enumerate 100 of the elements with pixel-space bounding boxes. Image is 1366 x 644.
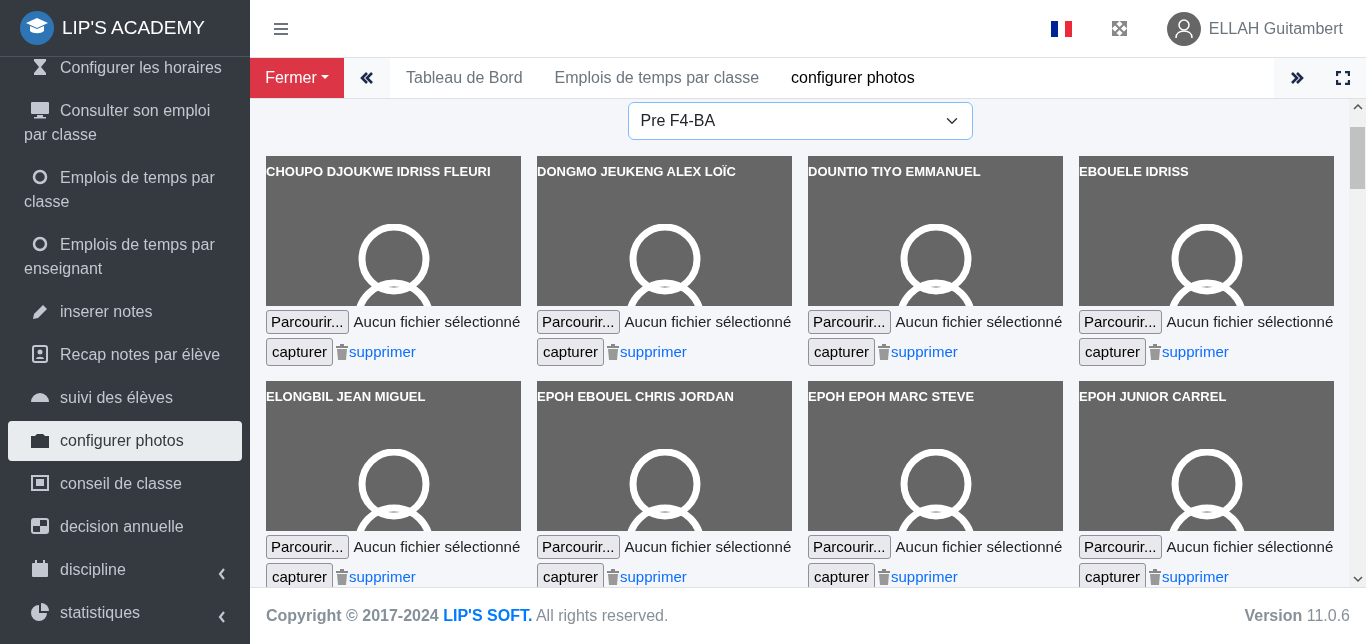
- logo-icon: [20, 11, 54, 45]
- capture-button[interactable]: capturer: [808, 338, 876, 366]
- circle-icon: [30, 168, 50, 186]
- file-status: Aucun fichier sélectionné: [1166, 311, 1334, 332]
- user-avatar[interactable]: [1166, 11, 1201, 46]
- avatar-icon: [896, 449, 976, 531]
- chevron-left-icon: [218, 610, 226, 623]
- fullscreen-button[interactable]: [1320, 58, 1366, 98]
- trash-icon: [877, 344, 892, 360]
- trash-icon: [606, 344, 621, 360]
- browse-button[interactable]: Parcourir...: [808, 535, 891, 559]
- sidebar-item[interactable]: Consulter son emploi par classe: [8, 91, 242, 155]
- avatar-icon: [354, 449, 434, 531]
- delete-link[interactable]: supprimer: [620, 565, 687, 587]
- double-chevron-right-icon: [1290, 72, 1304, 84]
- avatar-icon: [625, 224, 705, 306]
- scroll-down-icon[interactable]: [1352, 575, 1363, 583]
- trash-icon: [335, 344, 350, 360]
- delete-link[interactable]: supprimer: [349, 340, 416, 364]
- tab[interactable]: Tableau de Bord: [390, 58, 539, 98]
- monitor-icon: [30, 101, 50, 119]
- file-status: Aucun fichier sélectionné: [353, 536, 521, 557]
- capture-button[interactable]: capturer: [537, 563, 605, 587]
- capture-button[interactable]: capturer: [266, 338, 334, 366]
- tab[interactable]: Emplois de temps par classe: [538, 58, 776, 98]
- capture-button[interactable]: capturer: [537, 338, 605, 366]
- frame-icon: [30, 474, 50, 492]
- student-name: EPOH EBOUEL CHRIS JORDAN: [537, 388, 734, 406]
- flag-icon[interactable]: [1050, 20, 1072, 37]
- trash-icon: [606, 569, 621, 585]
- delete-link[interactable]: supprimer: [891, 340, 958, 364]
- camera-icon: [30, 431, 50, 449]
- browse-button[interactable]: Parcourir...: [537, 310, 620, 334]
- delete-link[interactable]: supprimer: [1162, 340, 1229, 364]
- capture-button[interactable]: capturer: [1079, 338, 1147, 366]
- sidebar-item[interactable]: inserer notes: [8, 292, 242, 332]
- sidebar-item[interactable]: discipline: [8, 550, 242, 590]
- student-name: EPOH EPOH MARC STEVE: [808, 388, 975, 406]
- double-chevron-left-icon: [360, 72, 374, 84]
- browse-button[interactable]: Parcourir...: [1079, 535, 1162, 559]
- file-status: Aucun fichier sélectionné: [353, 311, 521, 332]
- avatar-icon: [896, 224, 976, 306]
- contact-card-icon: [30, 345, 50, 363]
- trash-icon: [1148, 344, 1163, 360]
- tab[interactable]: configurer photos: [775, 58, 931, 98]
- avatar-icon: [1167, 449, 1247, 531]
- sidebar-item[interactable]: Emplois de temps par classe: [8, 158, 242, 222]
- expand-icon[interactable]: [1111, 21, 1127, 36]
- sidebar-item[interactable]: suivi des élèves: [8, 378, 242, 418]
- class-select[interactable]: Pre F4-BA: [627, 102, 973, 140]
- close-dropdown-button[interactable]: Fermer: [250, 58, 344, 98]
- student-name: DONGMO JEUKENG ALEX LOÏC: [537, 163, 736, 181]
- delete-link[interactable]: supprimer: [891, 565, 958, 587]
- scroll-left-button[interactable]: [344, 58, 390, 98]
- browse-button[interactable]: Parcourir...: [266, 310, 349, 334]
- sidebar-item[interactable]: decision annuelle: [8, 507, 242, 547]
- browse-button[interactable]: Parcourir...: [537, 535, 620, 559]
- sidebar-item[interactable]: statistiques: [8, 593, 242, 633]
- file-status: Aucun fichier sélectionné: [624, 311, 792, 332]
- scroll-up-icon[interactable]: [1352, 103, 1363, 111]
- trash-icon: [335, 569, 350, 585]
- version-text: Version 11.0.6: [1244, 606, 1350, 626]
- student-name: EBOUELE IDRISS: [1079, 163, 1189, 181]
- file-status: Aucun fichier sélectionné: [1166, 536, 1334, 557]
- chevron-left-icon: [218, 567, 226, 580]
- scrollbar[interactable]: [1349, 99, 1366, 587]
- student-name: CHOUPO DJOUKWE IDRISS FLEURI: [266, 163, 491, 181]
- scroll-right-button[interactable]: [1274, 58, 1320, 98]
- capture-button[interactable]: capturer: [808, 563, 876, 587]
- delete-link[interactable]: supprimer: [349, 565, 416, 587]
- capture-button[interactable]: capturer: [1079, 563, 1147, 587]
- company-link[interactable]: LIP'S SOFT.: [443, 607, 533, 624]
- fullscreen-icon: [1336, 71, 1350, 85]
- browse-button[interactable]: Parcourir...: [1079, 310, 1162, 334]
- sidebar-item[interactable]: conseil de classe: [8, 464, 242, 504]
- brand-name[interactable]: LIP'S ACADEMY: [62, 13, 205, 43]
- student-name: ELONGBIL JEAN MIGUEL: [266, 388, 426, 406]
- delete-link[interactable]: supprimer: [1162, 565, 1229, 587]
- avatar-icon: [1167, 224, 1247, 306]
- sidebar-item[interactable]: configurer photos: [8, 421, 242, 461]
- browse-button[interactable]: Parcourir...: [266, 535, 349, 559]
- file-status: Aucun fichier sélectionné: [624, 536, 792, 557]
- grid-square-icon: [30, 517, 50, 535]
- user-name[interactable]: ELLAH Guitambert: [1208, 16, 1343, 41]
- delete-link[interactable]: supprimer: [620, 340, 687, 364]
- scroll-thumb[interactable]: [1350, 127, 1365, 189]
- student-name: DOUNTIO TIYO EMMANUEL: [808, 163, 981, 181]
- capture-button[interactable]: capturer: [266, 563, 334, 587]
- menu-icon[interactable]: [273, 21, 289, 36]
- browse-button[interactable]: Parcourir...: [808, 310, 891, 334]
- student-name: EPOH JUNIOR CARREL: [1079, 388, 1227, 406]
- sidebar-item[interactable]: Recap notes par élève: [8, 335, 242, 375]
- avatar-icon: [354, 224, 434, 306]
- copyright-notice: Copyright © 2017-2024 LIP'S SOFT. All rights reserved.: [266, 606, 669, 626]
- sidebar-item[interactable]: Configurer les horaires: [8, 48, 242, 88]
- sidebar-item[interactable]: Emplois de temps par enseignant: [8, 225, 242, 289]
- file-status: Aucun fichier sélectionné: [895, 311, 1063, 332]
- file-status: Aucun fichier sélectionné: [895, 536, 1063, 557]
- trash-icon: [877, 569, 892, 585]
- circle-icon: [30, 235, 50, 253]
